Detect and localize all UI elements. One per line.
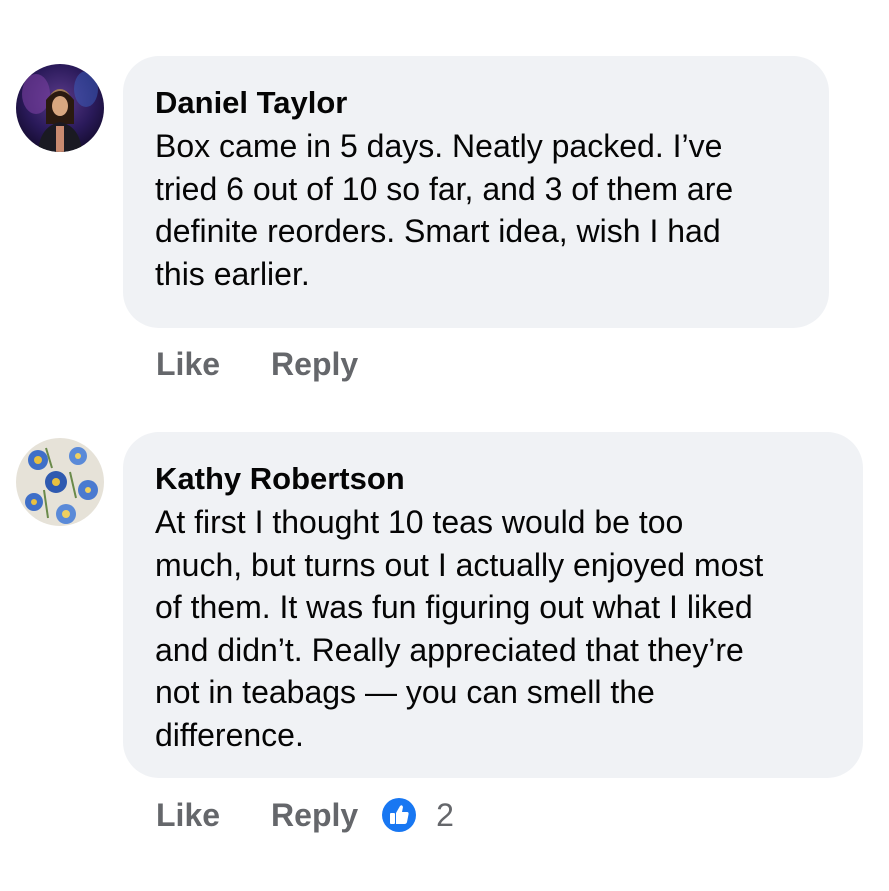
reaction-summary[interactable]: 2 — [382, 795, 454, 835]
avatar[interactable] — [16, 64, 104, 152]
like-button[interactable]: Like — [156, 795, 220, 835]
comment-author[interactable]: Kathy Robertson — [155, 460, 831, 498]
comment-text: At first I thought 10 teas would be too … — [155, 504, 764, 753]
thumbs-up-icon — [382, 798, 417, 832]
comment-bubble: Daniel Taylor Box came in 5 days. Neatly… — [123, 56, 829, 328]
comment-actions: Like Reply 2 — [156, 795, 454, 835]
comment-actions: Like Reply — [156, 344, 358, 384]
reaction-count: 2 — [436, 797, 454, 833]
like-button[interactable]: Like — [156, 344, 220, 384]
comment-author[interactable]: Daniel Taylor — [155, 84, 797, 122]
avatar-photo-icon — [16, 438, 104, 526]
reply-button[interactable]: Reply — [271, 795, 358, 835]
avatar-photo-icon — [16, 64, 104, 152]
reply-button[interactable]: Reply — [271, 344, 358, 384]
comment-bubble: Kathy Robertson At first I thought 10 te… — [123, 432, 863, 778]
avatar[interactable] — [16, 438, 104, 526]
comment-text: Box came in 5 days. Neatly packed. I’ve … — [155, 128, 734, 292]
